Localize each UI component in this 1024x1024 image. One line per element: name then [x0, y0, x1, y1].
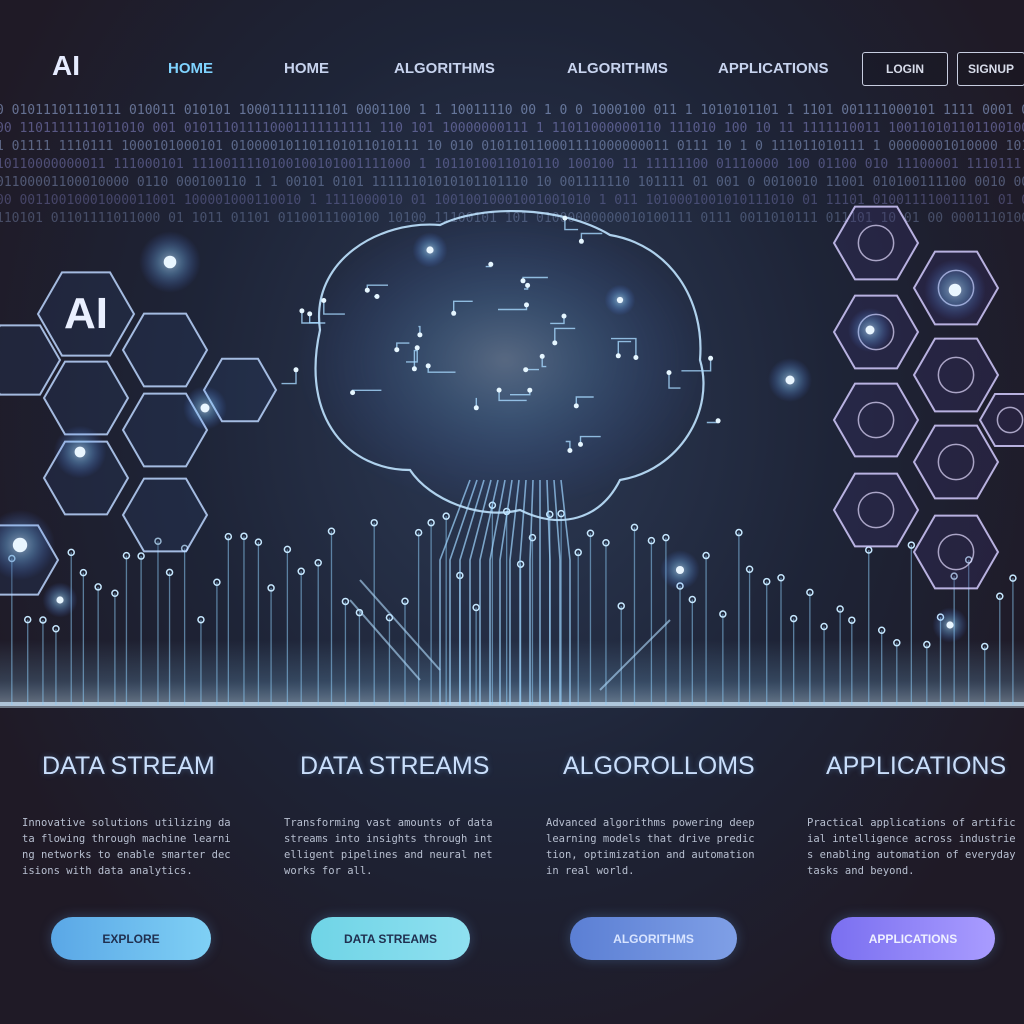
- brain-node: [520, 278, 526, 284]
- ai-hexagon-icon: AI: [30, 258, 142, 370]
- hexagon-tile: [832, 472, 920, 548]
- brain-glow: [295, 210, 715, 510]
- explore-button[interactable]: EXPLORE: [51, 917, 211, 960]
- brain-node: [708, 355, 714, 361]
- brain-node: [417, 332, 423, 338]
- hexagon-tile: [121, 477, 209, 553]
- nav-applications[interactable]: APPLICATIONS: [718, 60, 829, 77]
- hexagon-tile: [912, 514, 1000, 590]
- hexagon-tile: [912, 424, 1000, 500]
- brain-node: [299, 308, 305, 314]
- brain-trace: [281, 369, 297, 385]
- hexagon-tile: [832, 205, 920, 281]
- feature-title-data-streams: DATA STREAMS: [300, 752, 490, 780]
- brain-node: [350, 390, 356, 396]
- brain-node: [573, 403, 579, 409]
- brain-node: [539, 353, 545, 359]
- glow-orb-core: [74, 446, 86, 458]
- brain-node: [307, 311, 313, 317]
- feature-title-algorithms: ALGOROLLOMS: [563, 752, 755, 780]
- hero-graphic: [0, 205, 1024, 708]
- brain-node: [578, 441, 583, 447]
- brain-node: [496, 387, 502, 393]
- glow-orb-core: [12, 537, 28, 553]
- nav-home[interactable]: HOME: [168, 60, 213, 77]
- brain-node: [473, 405, 479, 411]
- hexagon-tile: [912, 337, 1000, 413]
- signup-button[interactable]: SIGNUP: [957, 52, 1024, 86]
- brain-node: [411, 366, 417, 372]
- landing-page: 0 01011101110111 010011 010101 100011111…: [0, 0, 1024, 1024]
- brain-node: [425, 363, 431, 369]
- top-navigation: AI HOME HOME ALGORITHMS ALGORITHMS APPLI…: [0, 0, 1024, 100]
- glow-orb-core: [616, 296, 624, 304]
- brain-node: [523, 367, 529, 373]
- glow-orb-core: [163, 255, 177, 269]
- brain-node: [488, 261, 494, 267]
- brain-node: [633, 355, 639, 360]
- nav-home-secondary[interactable]: HOME: [284, 60, 329, 77]
- brain-node: [552, 340, 558, 346]
- glow-orb-core: [56, 596, 64, 604]
- feature-title-applications: APPLICATIONS: [826, 752, 1007, 780]
- brain-circuit-icon: [281, 209, 721, 522]
- glow-orb-core: [426, 246, 434, 254]
- brain-node: [715, 418, 721, 424]
- brain-node: [561, 313, 567, 319]
- brain-node: [578, 238, 584, 244]
- brain-node: [374, 294, 380, 299]
- glow-orb-core: [948, 283, 962, 297]
- feature-description: Transforming vast amounts of data stream…: [284, 817, 493, 877]
- brain-node: [394, 347, 400, 353]
- ai-hexagon-label: AI: [64, 289, 108, 338]
- brain-node: [525, 282, 531, 288]
- brain-node: [615, 353, 621, 359]
- applications-button[interactable]: APPLICATIONS: [831, 917, 995, 960]
- nav-algorithms-secondary[interactable]: ALGORITHMS: [567, 60, 668, 77]
- hexagon-tile: [42, 360, 130, 436]
- nav-algorithms[interactable]: ALGORITHMS: [394, 60, 495, 77]
- brain-node: [293, 367, 299, 373]
- brain-node: [451, 310, 457, 316]
- brain-node: [364, 287, 370, 293]
- brain-node: [321, 298, 327, 303]
- glow-orb-core: [200, 403, 210, 413]
- hexagon-tile: [978, 393, 1024, 447]
- feature-description: Practical applications of artificial int…: [807, 817, 1016, 877]
- feature-title-data-stream: DATA STREAM: [42, 752, 215, 780]
- glow-orb-core: [946, 621, 954, 629]
- feature-description: Innovative solutions utilizing data flow…: [22, 817, 231, 877]
- brain-node: [414, 345, 420, 351]
- brain-node: [562, 215, 568, 221]
- brain-node: [567, 448, 573, 453]
- glow-orb-core: [865, 325, 875, 335]
- brain-node: [524, 302, 529, 308]
- hexagon-tile: [832, 382, 920, 458]
- algorithms-button[interactable]: ALGORITHMS: [570, 917, 737, 960]
- brain-node: [527, 387, 533, 393]
- logo[interactable]: AI: [52, 50, 80, 82]
- brain-node: [666, 370, 672, 376]
- glow-orb-core: [785, 375, 795, 385]
- data-streams-button[interactable]: DATA STREAMS: [311, 917, 470, 960]
- glow-orb-core: [675, 565, 685, 575]
- login-button[interactable]: LOGIN: [862, 52, 948, 86]
- feature-description: Advanced algorithms powering deep learni…: [546, 817, 755, 877]
- right-hex-cluster: [832, 205, 1024, 590]
